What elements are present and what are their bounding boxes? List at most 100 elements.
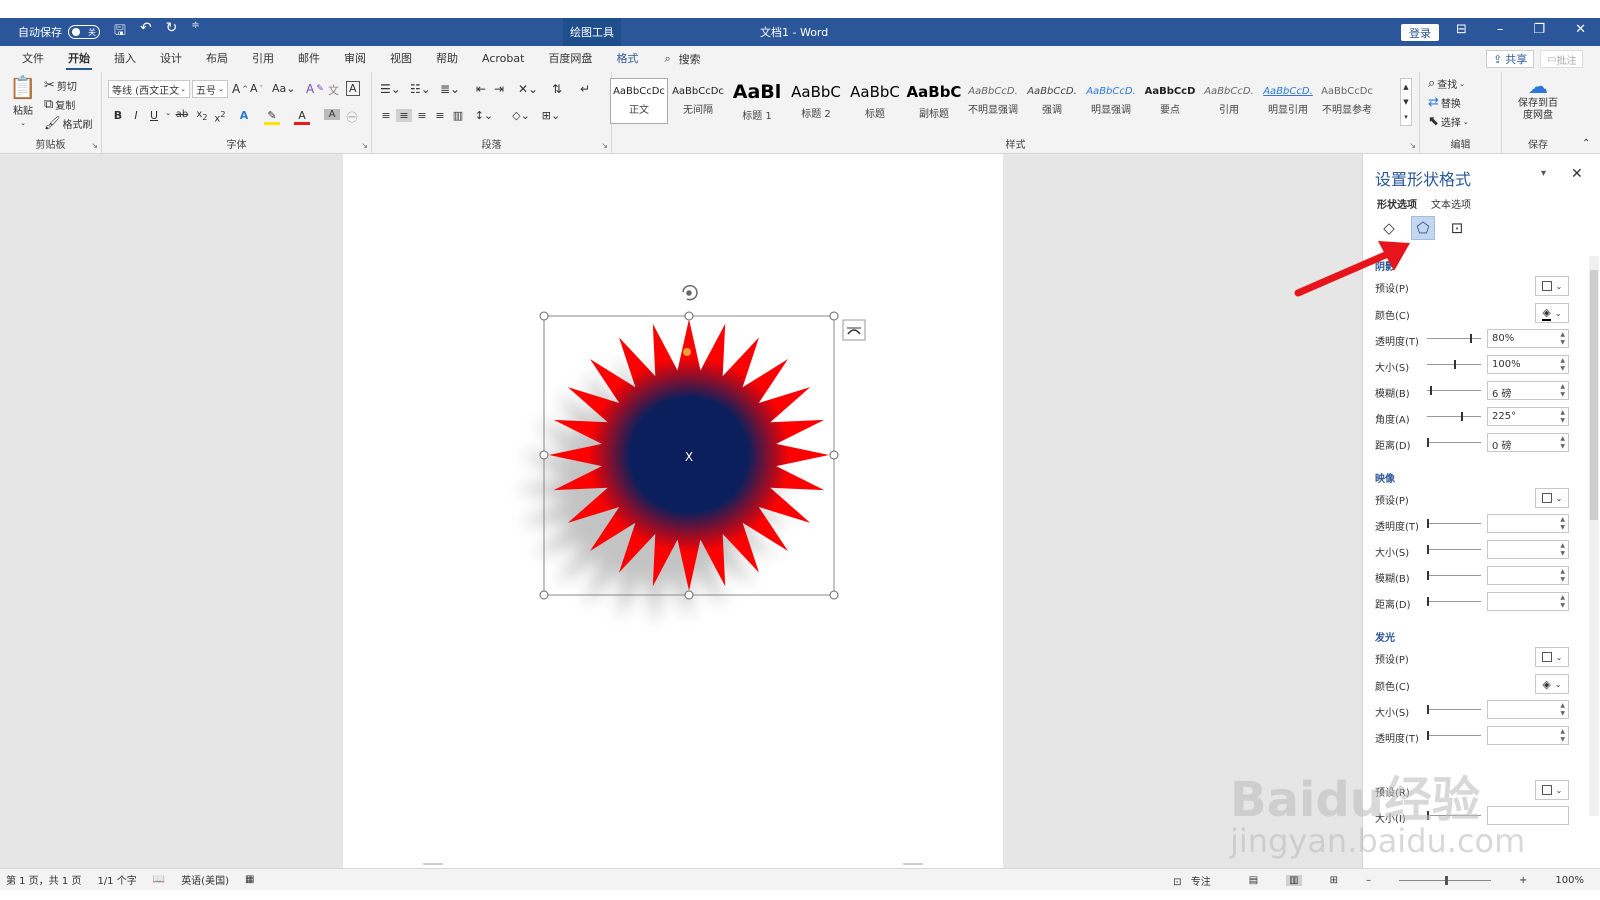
distributed-button[interactable]: ▥ [450,109,466,122]
phonetic-guide-button[interactable]: 文 [328,82,339,98]
character-shading-button[interactable]: A [324,109,340,120]
tab-acrobat[interactable]: Acrobat [470,46,536,72]
grow-font-button[interactable]: A ^ [232,82,248,96]
reflection-distance-input[interactable]: ▲ ▼ [1487,592,1569,611]
shadow-size-slider[interactable] [1427,360,1481,369]
style-item[interactable]: AaBbCcD. 明显引用 [1259,78,1317,124]
chevron-down-icon[interactable]: ▼ [1403,98,1408,106]
pane-scrollbar[interactable] [1589,256,1599,816]
justify-button[interactable]: ≡ [432,109,448,122]
more-styles-icon[interactable]: ▾ [1404,113,1408,121]
spinner-icon[interactable]: ▲ ▼ [1560,357,1565,373]
style-item[interactable]: AaBbCcD. 引用 [1200,78,1258,124]
shrink-font-button[interactable]: Aˇ [250,82,263,95]
glow-size-input[interactable]: ▲ ▼ [1487,700,1569,719]
redo-icon[interactable]: ↻ [166,20,178,44]
page-count[interactable]: 第 1 页，共 1 页 [6,872,81,887]
shadow-size-input[interactable]: 100% ▲ ▼ [1487,355,1569,374]
zoom-level[interactable]: 100% [1555,875,1584,886]
shadow-angle-input[interactable]: 225° ▲ ▼ [1487,407,1569,426]
tab-help[interactable]: 帮助 [424,46,470,72]
accessibility-icon[interactable]: ▦ [245,874,254,885]
restore-icon[interactable]: ❐ [1533,22,1545,37]
undo-icon[interactable]: ↶ [140,20,152,44]
reflection-transparency-input[interactable]: ▲ ▼ [1487,514,1569,533]
align-center-button[interactable]: ≡ [396,109,412,122]
zoom-slider[interactable] [1399,876,1492,885]
style-item[interactable]: AaBl 标题 1 [728,78,786,124]
chevron-up-icon[interactable]: ▲ [1403,83,1408,91]
layout-options-icon[interactable] [842,319,866,341]
tab-file[interactable]: 文件 [10,46,56,72]
paste-button[interactable]: 📋 粘贴 ⌄ [9,78,36,128]
dialog-launcher-icon[interactable]: ↘ [91,141,98,150]
shadow-distance-slider[interactable] [1427,438,1481,447]
italic-button[interactable]: I [128,109,144,122]
borders-button[interactable]: ⊞⌄ [538,109,564,122]
ribbon-display-icon[interactable]: ⊟ [1456,22,1467,37]
soft-edges-preset-dropdown[interactable]: ⌄ [1535,780,1569,800]
reflection-size-input[interactable]: ▲ ▼ [1487,540,1569,559]
tab-review[interactable]: 审阅 [332,46,378,72]
tab-design[interactable]: 设计 [148,46,194,72]
shadow-transparency-slider[interactable] [1427,334,1481,343]
tab-view[interactable]: 视图 [378,46,424,72]
select-button[interactable]: ⬉ 选择 ⌄ [1428,114,1469,129]
save-to-baidu-button[interactable]: ☁ 保存到百度网盘 [1504,76,1572,122]
copy-button[interactable]: ⧉ 复制 [44,97,75,112]
spinner-icon[interactable]: ▲ ▼ [1560,383,1565,399]
clear-formatting-button[interactable]: A ✎ [306,82,324,96]
highlight-button[interactable]: ✎ [264,109,280,125]
reflection-size-slider[interactable] [1427,545,1481,554]
bold-button[interactable]: B [110,109,126,122]
close-icon[interactable]: ✕ [1571,166,1583,182]
close-icon[interactable]: ✕ [1575,22,1586,37]
rotate-handle-icon[interactable] [682,284,698,301]
tab-home[interactable]: 开始 [56,46,102,72]
font-color-button[interactable]: A [294,109,310,125]
styles-gallery-scroll[interactable]: ▲ ▼ ▾ [1400,78,1412,126]
language-indicator[interactable]: 英语(美国) [181,872,229,887]
tab-references[interactable]: 引用 [240,46,286,72]
reflection-transparency-slider[interactable] [1427,519,1481,528]
style-item[interactable]: AaBbC 标题 [846,78,904,124]
find-button[interactable]: ⌕ 查找 ⌄ [1428,76,1465,91]
reflection-blur-slider[interactable] [1427,571,1481,580]
superscript-button[interactable]: x2 [212,109,228,124]
strikethrough-button[interactable]: ab [174,109,190,120]
share-button[interactable]: ⇪ 共享 [1486,50,1535,68]
cut-button[interactable]: ✂ 剪切 [44,78,77,93]
glow-size-slider[interactable] [1427,705,1481,714]
format-painter-button[interactable]: 🖌 格式刷 [44,116,93,131]
enclose-character-button[interactable]: ㊀ [344,109,360,125]
pane-options-icon[interactable]: ▾ [1541,168,1546,179]
glow-heading[interactable]: 发光 [1375,629,1395,644]
reflection-blur-input[interactable]: ▲ ▼ [1487,566,1569,585]
replace-button[interactable]: ⇄ 替换 [1428,95,1461,110]
style-item[interactable]: AaBbCcDc 正文 [610,78,668,124]
tab-mailings[interactable]: 邮件 [286,46,332,72]
spinner-icon[interactable]: ▲ ▼ [1560,568,1565,584]
zoom-in-icon[interactable]: + [1519,875,1527,886]
tab-layout[interactable]: 布局 [194,46,240,72]
chinese-layout-button[interactable]: ✕⌄ [518,82,538,96]
shadow-distance-input[interactable]: 0 磅 ▲ ▼ [1487,433,1569,452]
comments-button[interactable]: ▭ 批注 [1540,50,1584,68]
shading-button[interactable]: ◇⌄ [508,109,534,122]
spinner-icon[interactable]: ▲ ▼ [1560,728,1565,744]
spinner-icon[interactable]: ▲ ▼ [1560,409,1565,425]
spinner-icon[interactable]: ▲ ▼ [1560,594,1565,610]
show-marks-button[interactable]: ↵ [580,82,590,96]
dialog-launcher-icon[interactable]: ↘ [361,141,368,150]
spinner-icon[interactable]: ▲ ▼ [1560,516,1565,532]
size-properties-icon[interactable]: ⊡ [1445,216,1469,240]
style-item[interactable]: AaBbC 副标题 [905,78,963,124]
shape-text[interactable]: X [685,450,693,464]
sort-button[interactable]: ⇅ [552,82,562,96]
shadow-blur-input[interactable]: 6 磅 ▲ ▼ [1487,381,1569,400]
scrollbar-thumb[interactable] [1590,270,1598,520]
collapse-ribbon-icon[interactable]: ⌃ [1582,138,1590,149]
spinner-icon[interactable]: ▲ ▼ [1560,435,1565,451]
decrease-indent-button[interactable]: ⇤ [476,82,486,96]
shadow-preset-dropdown[interactable]: ⌄ [1535,276,1569,296]
